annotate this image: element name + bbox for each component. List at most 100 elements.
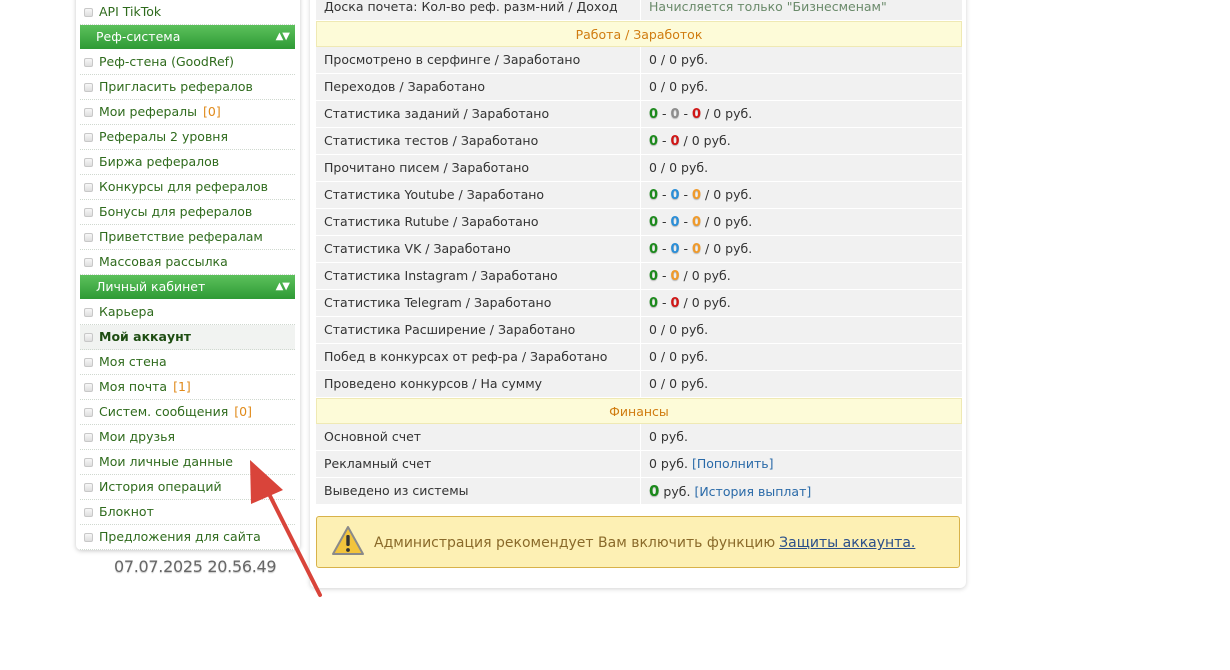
row-value: 0 / 0 руб. [641, 155, 962, 181]
sidebar-item[interactable]: Бонусы для рефералов [80, 200, 295, 225]
sidebar-item[interactable]: Карьера [80, 300, 295, 325]
row-value: 0 - 0 - 0 / 0 руб. [641, 101, 962, 127]
top-up-link[interactable]: [Пополнить] [692, 456, 774, 471]
stat-tail: / 0 руб. [679, 268, 731, 283]
stat-tail: / 0 руб. [679, 295, 731, 310]
stat-row: Статистика Instagram / Заработано 0 - 0 /… [316, 263, 962, 290]
stat-tail: / 0 руб. [701, 214, 753, 229]
stat-count: 0 [670, 215, 680, 230]
sidebar-item-label: Бонусы для рефералов [99, 204, 253, 219]
main-panel: Доска почета: Кол-во реф. разм-ний / Дох… [310, 0, 966, 588]
section-title: Реф-система [96, 29, 181, 44]
sidebar-item[interactable]: Биржа рефералов [80, 150, 295, 175]
sidebar-item[interactable]: Рефералы 2 уровня [80, 125, 295, 150]
separator: - [679, 241, 693, 256]
stat-row: Статистика Youtube / Заработано 0 - 0 - 0… [316, 182, 962, 209]
row-value: 0 / 0 руб. [641, 47, 962, 73]
stat-tail: / 0 руб. [701, 241, 753, 256]
sidebar-item[interactable]: Мои личные данные [80, 450, 295, 475]
row-label: Статистика Расширение / Заработано [316, 317, 641, 343]
separator: - [658, 133, 671, 148]
sidebar-item-label: Мои рефералы [99, 104, 197, 119]
sidebar-section-header[interactable]: Реф-система ▲▼ [80, 25, 295, 50]
sidebar-item-label: История операций [99, 479, 222, 494]
sidebar-item[interactable]: Предложения для сайта [80, 525, 295, 550]
bullet-icon [84, 383, 93, 392]
row-value: 0 руб. [Пополнить] [641, 451, 962, 477]
section-title: Личный кабинет [96, 279, 206, 294]
row-value: 0 - 0 / 0 руб. [641, 263, 962, 289]
sidebar-item[interactable]: Массовая рассылка [80, 250, 295, 275]
sidebar-item-label: Приветствие рефералам [99, 229, 263, 244]
stat-row: Статистика заданий / Заработано 0 - 0 - 0… [316, 101, 962, 128]
row-value: 0 / 0 руб. [641, 371, 962, 397]
bullet-icon [84, 258, 93, 267]
row-value: 0 - 0 - 0 / 0 руб. [641, 182, 962, 208]
row-value: 0 руб. [641, 424, 962, 450]
sidebar-item[interactable]: Мои друзья [80, 425, 295, 450]
sidebar-item[interactable]: История операций [80, 475, 295, 500]
account-protection-link[interactable]: Защиты аккаунта. [779, 535, 915, 551]
honor-board-row: Доска почета: Кол-во реф. разм-ний / Дох… [316, 0, 962, 21]
row-note: Начисляется только "Бизнесменам" [641, 0, 962, 20]
sidebar-item-label: Карьера [99, 304, 155, 319]
sidebar-item[interactable]: Реф-стена (GoodRef) [80, 50, 295, 75]
sidebar: API TikTok Реф-система ▲▼ Реф-стена (GoodRe… [76, 0, 300, 550]
bullet-icon [84, 233, 93, 242]
stat-count: 0 [692, 188, 702, 203]
stat-count: 0 [649, 107, 659, 122]
sidebar-item-label: Моя стена [99, 354, 167, 369]
row-label: Основной счет [316, 424, 641, 450]
ad-account-row: Рекламный счет 0 руб. [Пополнить] [316, 451, 962, 478]
sidebar-item[interactable]: Приветствие рефералам [80, 225, 295, 250]
sidebar-item-label: Мои друзья [99, 429, 176, 444]
bullet-icon [84, 83, 93, 92]
stat-count: 0 [692, 107, 702, 122]
stat-count: 0 [670, 134, 680, 149]
warning-icon [332, 526, 364, 555]
collapse-toggle-icon[interactable]: ▲▼ [276, 275, 290, 299]
sidebar-item-label: Рефералы 2 уровня [99, 129, 228, 144]
sidebar-item[interactable]: Мой аккаунт [80, 325, 295, 350]
section-finances: Финансы [316, 398, 962, 424]
security-alert: Администрация рекомендует Вам включить ф… [316, 516, 960, 568]
sidebar-item[interactable]: Мои рефералы [0] [80, 100, 295, 125]
collapse-toggle-icon[interactable]: ▲▼ [276, 25, 290, 49]
withdrawn-amount: 0 [649, 482, 660, 500]
sidebar-item[interactable]: Моя почта [1] [80, 375, 295, 400]
sidebar-item[interactable]: Конкурсы для рефералов [80, 175, 295, 200]
sidebar-item[interactable]: API TikTok [80, 0, 295, 25]
bullet-icon [84, 183, 93, 192]
row-label: Проведено конкурсов / На сумму [316, 371, 641, 397]
row-label: Статистика Telegram / Заработано [316, 290, 641, 316]
bullet-icon [84, 158, 93, 167]
bullet-icon [84, 58, 93, 67]
stat-tail: / 0 руб. [701, 106, 753, 121]
sidebar-item[interactable]: Моя стена [80, 350, 295, 375]
sidebar-item-label: Пригласить рефералов [99, 79, 253, 94]
bullet-icon [84, 458, 93, 467]
bullet-icon [84, 8, 93, 17]
sidebar-item-label: Блокнот [99, 504, 154, 519]
row-label: Статистика Instagram / Заработано [316, 263, 641, 289]
sidebar-item[interactable]: Пригласить рефералов [80, 75, 295, 100]
row-value: 0 руб. [История выплат] [641, 478, 962, 504]
sidebar-item-label: Систем. сообщения [99, 404, 229, 419]
row-label: Рекламный счет [316, 451, 641, 477]
work-stat-rows: Просмотрено в серфинге / Заработано 0 / 0… [316, 47, 962, 398]
payout-history-link[interactable]: [История выплат] [694, 484, 811, 499]
sidebar-item[interactable]: Систем. сообщения [0] [80, 400, 295, 425]
row-value: 0 / 0 руб. [641, 317, 962, 343]
sidebar-section-header[interactable]: Личный кабинет ▲▼ [80, 275, 295, 300]
withdrawn-row: Выведено из системы 0 руб. [История выпла… [316, 478, 962, 505]
separator: - [658, 187, 671, 202]
row-value: 0 - 0 / 0 руб. [641, 128, 962, 154]
sidebar-item[interactable]: Блокнот [80, 500, 295, 525]
stat-tail: 0 / 0 руб. [649, 52, 709, 67]
bullet-icon [84, 333, 93, 342]
stat-row: Прочитано писем / Заработано 0 / 0 руб. [316, 155, 962, 182]
row-value: 0 / 0 руб. [641, 344, 962, 370]
separator: - [658, 214, 671, 229]
sidebar-item-label: Реф-стена (GoodRef) [99, 54, 234, 69]
separator: - [658, 241, 671, 256]
